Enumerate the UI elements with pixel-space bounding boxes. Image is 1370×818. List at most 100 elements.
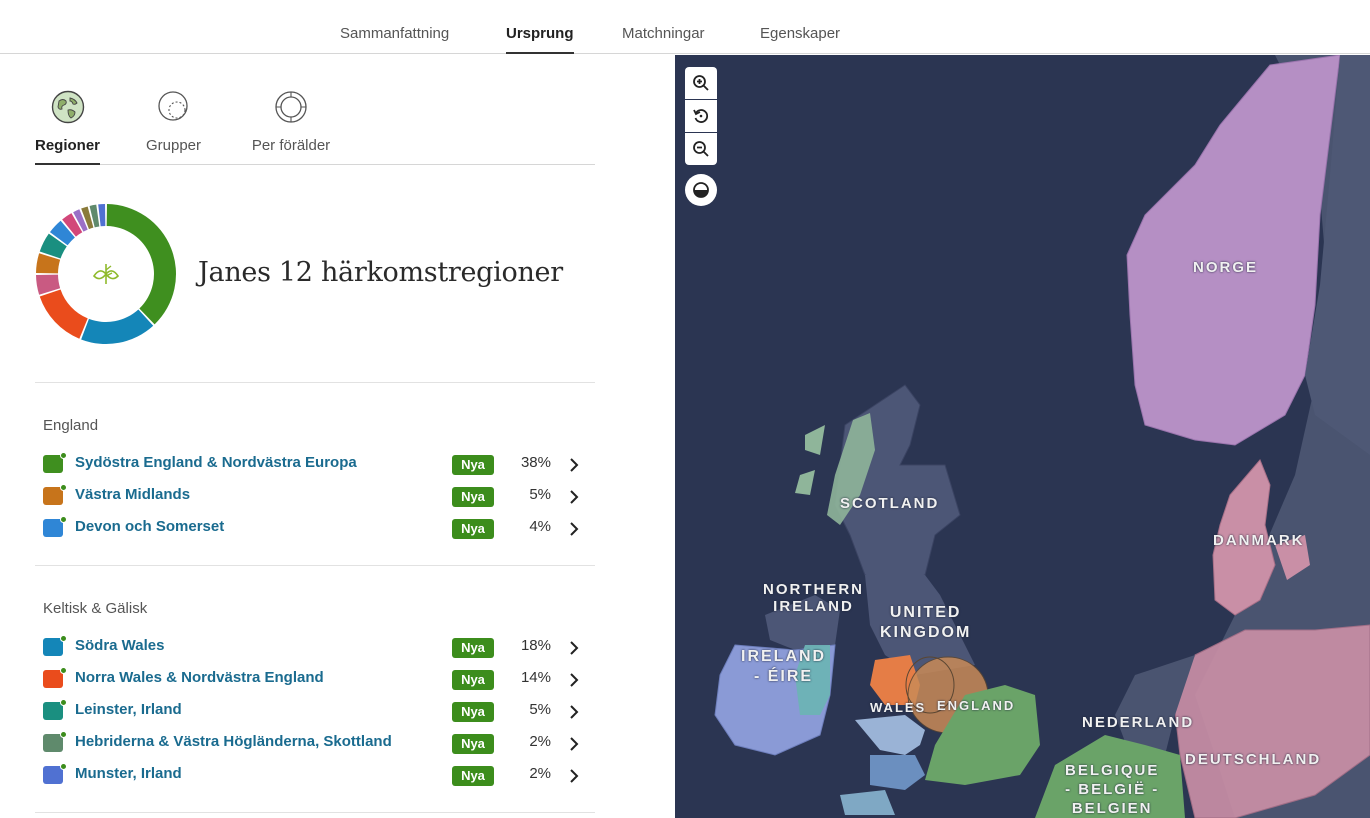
zoom-in-icon	[693, 75, 709, 91]
tab-egenskaper[interactable]: Egenskaper	[760, 25, 840, 54]
tab-sammanfattning[interactable]: Sammanfattning	[340, 25, 449, 54]
donut-segment-2[interactable]	[81, 309, 154, 344]
map-label-northern-ireland-line2: IRELAND	[773, 598, 854, 615]
region-row[interactable]: Leinster, Irland Nya 5%	[43, 697, 588, 727]
region-name[interactable]: Norra Wales & Nordvästra England	[75, 669, 324, 686]
region-percent: 4%	[529, 518, 551, 535]
ethnicity-donut-chart[interactable]	[35, 203, 177, 345]
top-navigation: Sammanfattning Ursprung Matchningar Egen…	[0, 0, 1370, 54]
region-row[interactable]: Hebriderna & Västra Högländerna, Skottla…	[43, 729, 588, 759]
new-badge: Nya	[452, 766, 494, 786]
chevron-right-icon[interactable]	[567, 766, 581, 786]
new-indicator-dot	[60, 763, 67, 770]
new-badge: Nya	[452, 670, 494, 690]
region-name[interactable]: Västra Midlands	[75, 486, 190, 503]
reset-icon	[693, 109, 709, 123]
region-row[interactable]: Sydöstra England & Nordvästra Europa Nya…	[43, 450, 588, 480]
region-percent: 38%	[520, 454, 551, 471]
map-label-scotland: SCOTLAND	[840, 495, 940, 512]
region-cornwall	[840, 790, 895, 815]
subtab-per-foralder-label: Per förälder	[251, 137, 331, 154]
group-keltisk-galisk: Keltisk & Gälisk Södra Wales Nya 18% Nor…	[35, 600, 595, 815]
new-badge: Nya	[452, 702, 494, 722]
group-divider	[35, 565, 595, 566]
new-badge: Nya	[452, 455, 494, 475]
region-percent: 5%	[529, 701, 551, 718]
region-name[interactable]: Leinster, Irland	[75, 701, 182, 718]
new-badge: Nya	[452, 734, 494, 754]
region-devon	[870, 755, 925, 790]
map-label-belgique-line1: BELGIQUE	[1065, 762, 1160, 779]
region-name[interactable]: Devon och Somerset	[75, 518, 224, 535]
groups-circles-icon	[157, 90, 191, 124]
region-name[interactable]: Sydöstra England & Nordvästra Europa	[75, 454, 357, 471]
map-label-norge: NORGE	[1193, 259, 1259, 276]
chevron-right-icon[interactable]	[567, 670, 581, 690]
reset-view-button[interactable]	[685, 100, 717, 132]
region-percent: 2%	[529, 733, 551, 750]
region-color-swatch	[43, 484, 67, 505]
region-name[interactable]: Munster, Irland	[75, 765, 182, 782]
new-indicator-dot	[60, 699, 67, 706]
region-percent: 5%	[529, 486, 551, 503]
new-indicator-dot	[60, 484, 67, 491]
regions-panel: Regioner Grupper Per förälder Janes 12 h…	[0, 55, 675, 818]
donut-segment-3[interactable]	[39, 289, 88, 339]
region-row[interactable]: Södra Wales Nya 18%	[43, 633, 588, 663]
region-name[interactable]: Hebriderna & Västra Högländerna, Skottla…	[75, 733, 392, 750]
region-row[interactable]: Munster, Irland Nya 2%	[43, 761, 588, 791]
region-color-swatch	[43, 516, 67, 537]
donut-segment-12[interactable]	[98, 204, 106, 227]
chevron-right-icon[interactable]	[567, 734, 581, 754]
view-switcher: Regioner Grupper Per förälder	[35, 87, 595, 165]
zoom-out-button[interactable]	[685, 133, 717, 165]
chevron-right-icon[interactable]	[567, 487, 581, 507]
new-badge: Nya	[452, 638, 494, 658]
zoom-in-button[interactable]	[685, 67, 717, 99]
map-label-wales: WALES	[870, 700, 927, 715]
subtab-per-foralder[interactable]: Per förälder	[250, 87, 332, 165]
map-label-ireland-line2: - ÉIRE	[753, 668, 814, 685]
region-hebrides-islands	[795, 425, 825, 495]
region-name[interactable]: Södra Wales	[75, 637, 164, 654]
chevron-right-icon[interactable]	[567, 702, 581, 722]
map-label-northern-ireland-line1: NORTHERN	[763, 581, 864, 598]
map-label-danmark: DANMARK	[1213, 532, 1305, 549]
chevron-right-icon[interactable]	[567, 519, 581, 539]
leaf-icon	[92, 264, 120, 284]
parent-rings-icon	[274, 90, 308, 124]
map-style-button[interactable]	[685, 174, 717, 206]
donut-segment-1[interactable]	[106, 204, 177, 325]
region-row[interactable]: Västra Midlands Nya 5%	[43, 482, 588, 512]
chevron-right-icon[interactable]	[567, 455, 581, 475]
region-color-swatch	[43, 452, 67, 473]
map-canvas[interactable]	[675, 55, 1370, 818]
subtab-regioner-label: Regioner	[35, 137, 101, 154]
map-label-belgique-line3: BELGIEN	[1071, 800, 1153, 817]
map-label-nederland: NEDERLAND	[1082, 714, 1195, 731]
region-percent: 18%	[520, 637, 551, 654]
region-row[interactable]: Norra Wales & Nordvästra England Nya 14%	[43, 665, 588, 695]
half-circle-icon	[693, 182, 709, 198]
region-row[interactable]: Devon och Somerset Nya 4%	[43, 514, 588, 544]
globe-icon	[51, 90, 85, 124]
ethnicity-summary: Janes 12 härkomstregioner	[35, 203, 595, 383]
group-title: England	[43, 417, 99, 434]
map-label-deutschland: DEUTSCHLAND	[1185, 751, 1322, 768]
group-title: Keltisk & Gälisk	[43, 600, 148, 617]
new-indicator-dot	[60, 731, 67, 738]
region-percent: 2%	[529, 765, 551, 782]
subtab-regioner[interactable]: Regioner	[35, 87, 100, 165]
new-indicator-dot	[60, 635, 67, 642]
tab-ursprung[interactable]: Ursprung	[506, 25, 574, 54]
map-label-uk-line1: UNITED	[889, 604, 962, 621]
chevron-right-icon[interactable]	[567, 638, 581, 658]
subtab-grupper[interactable]: Grupper	[141, 87, 206, 165]
subtab-grupper-label: Grupper	[145, 137, 202, 154]
map-label-belgique-line2: - BELGIË -	[1065, 781, 1160, 798]
group-divider	[35, 812, 595, 813]
region-color-swatch	[43, 667, 67, 688]
tab-matchningar[interactable]: Matchningar	[622, 25, 705, 54]
new-indicator-dot	[60, 452, 67, 459]
ethnicity-map[interactable]: NORGE SCOTLAND NORTHERN IRELAND UNITED K…	[675, 55, 1370, 818]
